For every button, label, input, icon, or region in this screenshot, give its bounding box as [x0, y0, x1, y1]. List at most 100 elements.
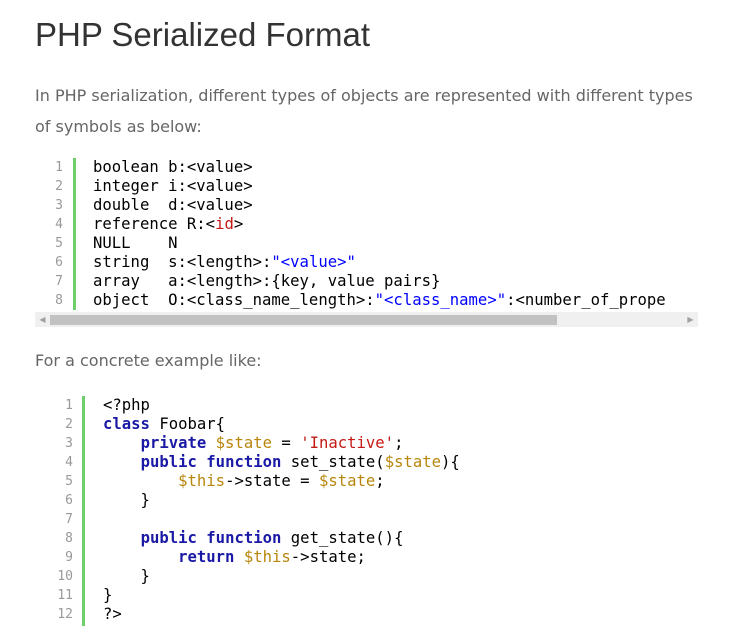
code-line: boolean b:<value>	[93, 158, 666, 177]
code-line: <?php	[103, 396, 460, 415]
line-number-gutter: 1 2 3 4 5 6 7 8 9 10 11 12	[35, 396, 73, 624]
code-lines: <?php class Foobar{ private $state = 'Ina…	[103, 396, 460, 624]
line-number: 6	[55, 255, 63, 270]
gutter-bar	[73, 158, 76, 310]
code-token: "<class_name>"	[374, 291, 507, 309]
code-line: $this->state = $state;	[103, 472, 460, 491]
code-token: ;	[375, 472, 385, 490]
code-token: reference R:<	[93, 215, 216, 233]
line-number: 5	[55, 236, 63, 251]
code-token: ->state;	[290, 548, 366, 566]
scroll-left-arrow-icon[interactable]: ◀	[35, 312, 50, 327]
line-number: 12	[57, 607, 73, 622]
code-token: get_state(){	[281, 529, 404, 547]
horizontal-scrollbar[interactable]: ◀ ▶	[35, 312, 698, 327]
code-token: ?>	[103, 605, 122, 623]
line-number: 10	[57, 569, 73, 584]
code-token: id	[215, 215, 234, 233]
code-line: ?>	[103, 605, 460, 624]
line-number: 11	[57, 588, 73, 603]
code-line: }	[103, 586, 460, 605]
line-number: 3	[55, 198, 63, 213]
code-token: Foobar{	[149, 415, 226, 433]
code-line: string s:<length>:"<value>"	[93, 253, 666, 272]
code-token: string s:<length>:	[93, 253, 272, 271]
code-token: set_state(	[281, 453, 385, 471]
code-block-type-symbols[interactable]: 1 2 3 4 5 6 7 8 boolean b:<value> integer i:<val…	[35, 158, 698, 310]
line-number: 1	[65, 398, 73, 413]
code-token: $state	[318, 472, 376, 490]
code-line: object O:<class_name_length>:"<class_nam…	[93, 291, 666, 310]
code-token: <?php	[103, 396, 150, 414]
code-token: $this	[243, 548, 291, 566]
code-token: boolean b:<value>	[93, 158, 253, 176]
code-token: object O:<class_name_length>:	[93, 291, 375, 309]
line-number: 9	[65, 550, 73, 565]
intro-paragraph: In PHP serialization, different types of…	[35, 86, 693, 136]
line-number-gutter: 1 2 3 4 5 6 7 8	[35, 158, 63, 310]
code-token: double d:<value>	[93, 196, 253, 214]
code-token: $state	[215, 434, 273, 452]
line-number: 5	[65, 474, 73, 489]
line-number: 7	[55, 274, 63, 289]
code-token: }	[103, 586, 113, 604]
code-line: public function set_state($state){	[103, 453, 460, 472]
code-line: private $state = 'Inactive';	[103, 434, 460, 453]
line-number: 2	[65, 417, 73, 432]
code-token: private	[140, 434, 207, 452]
code-line: integer i:<value>	[93, 177, 666, 196]
code-block-php-example[interactable]: 1 2 3 4 5 6 7 8 9 10 11 12 <?php class Foobar{ priva…	[35, 396, 698, 626]
code-token: $this	[178, 472, 226, 490]
code-token: return	[178, 548, 235, 566]
code-line: NULL N	[93, 234, 666, 253]
page: PHP Serialized Format In PHP serializati…	[0, 0, 750, 637]
code-token: class	[103, 415, 150, 433]
code-token: $state	[384, 453, 442, 471]
code-token: function	[206, 453, 282, 471]
scroll-right-arrow-icon[interactable]: ▶	[683, 312, 698, 327]
code-token: ;	[394, 434, 404, 452]
code-line: array a:<length>:{key, value pairs}	[93, 272, 666, 291]
gutter-bar	[82, 396, 85, 626]
code-token: 'Inactive'	[300, 434, 395, 452]
line-number: 7	[65, 512, 73, 527]
line-number: 6	[65, 493, 73, 508]
code-line: return $this->state;	[103, 548, 460, 567]
page-title: PHP Serialized Format	[35, 16, 371, 53]
code-line: class Foobar{	[103, 415, 460, 434]
code-token: NULL N	[93, 234, 178, 252]
code-token: >	[233, 215, 244, 233]
line-number: 1	[55, 160, 63, 175]
code-token: "<value>"	[271, 253, 356, 271]
scrollbar-thumb[interactable]	[50, 315, 557, 325]
line-number: 8	[65, 531, 73, 546]
code-token: integer i:<value>	[93, 177, 253, 195]
code-token: function	[206, 529, 282, 547]
code-token: public	[140, 529, 197, 547]
code-token: ){	[441, 453, 460, 471]
code-token: }	[103, 567, 150, 585]
line-number: 4	[65, 455, 73, 470]
line-number: 3	[65, 436, 73, 451]
code-line: double d:<value>	[93, 196, 666, 215]
code-token: public	[140, 453, 197, 471]
code-lines: boolean b:<value> integer i:<value> double…	[93, 158, 666, 310]
line-number: 8	[55, 293, 63, 308]
code-line: public function get_state(){	[103, 529, 460, 548]
code-token: =	[272, 434, 301, 452]
line-number: 4	[55, 217, 63, 232]
code-token: ->state =	[225, 472, 319, 490]
code-token: array a:<length>:{key, value pairs}	[93, 272, 441, 290]
code-line: }	[103, 567, 460, 586]
code-token: :<number_of_prope	[506, 291, 666, 309]
code-line: reference R:<id>	[93, 215, 666, 234]
